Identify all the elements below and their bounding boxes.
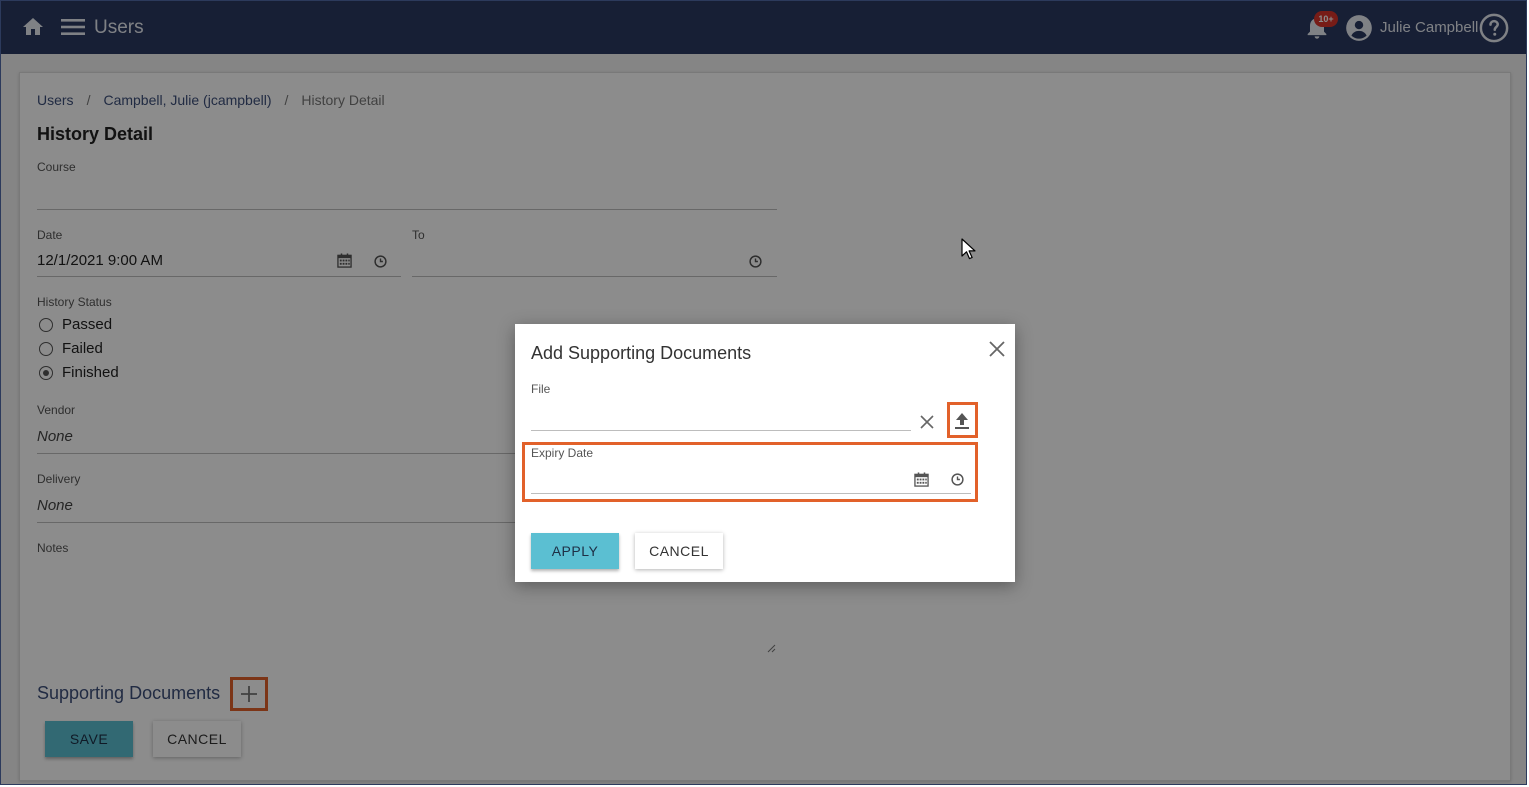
clock-icon[interactable] — [951, 473, 964, 486]
file-underline — [531, 430, 911, 431]
dialog-title: Add Supporting Documents — [531, 343, 752, 363]
upload-icon[interactable] — [953, 412, 971, 430]
app-window: Users 10+ Julie Campbell Users / Campbel… — [0, 0, 1527, 785]
file-label: File — [531, 382, 551, 396]
expiry-date-label: Expiry Date — [531, 446, 594, 460]
file-input[interactable] — [531, 406, 911, 428]
close-icon[interactable] — [987, 339, 1007, 359]
dialog-cancel-button[interactable]: CANCEL — [635, 533, 723, 569]
expiry-date-underline — [531, 493, 971, 494]
mouse-cursor-icon — [961, 238, 976, 260]
apply-button[interactable]: APPLY — [531, 533, 619, 569]
calendar-icon[interactable] — [914, 472, 929, 487]
expiry-date-input[interactable] — [531, 468, 901, 490]
add-supporting-documents-dialog: Add Supporting Documents File Expiry Dat… — [515, 324, 1015, 582]
clear-icon[interactable] — [919, 414, 935, 430]
